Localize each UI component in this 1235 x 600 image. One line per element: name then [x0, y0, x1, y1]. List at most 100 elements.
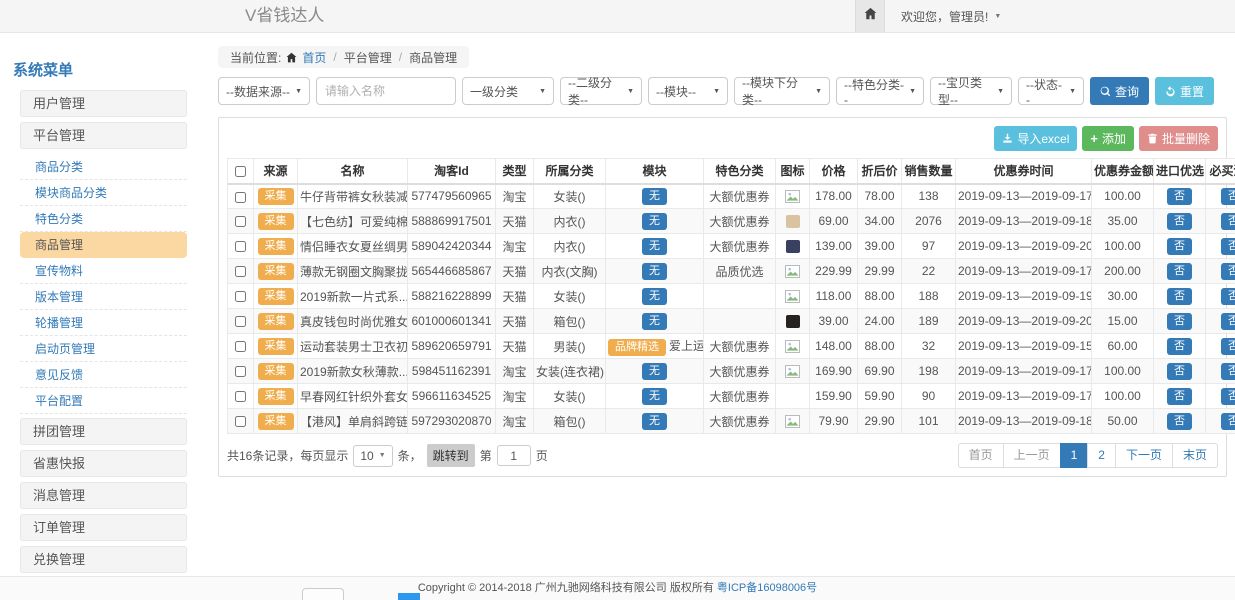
- sidebar-subitem-carousel-management[interactable]: 轮播管理: [20, 310, 187, 336]
- price-cell: 159.90: [810, 384, 858, 409]
- price-cell: 229.99: [810, 259, 858, 284]
- table-row: 采集运动套装男士卫衣初秋...589620659791天猫男装()品牌精选爱上运…: [228, 334, 1235, 359]
- sidebar-subitem-splash-management[interactable]: 启动页管理: [20, 336, 187, 362]
- coupon-amount-cell: 35.00: [1092, 209, 1154, 234]
- sidebar-subitem-module-goods-category[interactable]: 模块商品分类: [20, 180, 187, 206]
- row-checkbox[interactable]: [235, 291, 246, 302]
- filter-data-source-select[interactable]: --数据来源--▼: [218, 77, 310, 105]
- page-button-page-2[interactable]: 2: [1087, 443, 1116, 468]
- user-menu[interactable]: 欢迎您，管理员! ▼: [901, 8, 1001, 25]
- discount-price-cell: 88.00: [858, 334, 902, 359]
- row-checkbox[interactable]: [235, 416, 246, 427]
- filter-level1-category-select[interactable]: 一级分类▼: [462, 77, 554, 105]
- table-panel: 导入excel + 添加 批量删除 来源名称淘客Id类型所属分类模块特色分类图标…: [218, 117, 1227, 477]
- coupon-time-cell: 2019-09-13—2019-09-17: [956, 384, 1092, 409]
- taoke-id-cell: 601000601341: [408, 309, 496, 334]
- coupon-amount-cell: 100.00: [1092, 184, 1154, 209]
- module-cell: 无: [606, 359, 704, 384]
- type-cell: 淘宝: [496, 384, 534, 409]
- product-image-icon: [785, 265, 800, 278]
- filter-featured-category-value: --特色分类--: [844, 76, 905, 107]
- sales-cell: 22: [902, 259, 956, 284]
- reset-button[interactable]: 重置: [1155, 77, 1214, 105]
- category-cell: 女装(): [534, 384, 606, 409]
- filter-status-select[interactable]: --状态--▼: [1018, 77, 1084, 105]
- filter-item-type-select[interactable]: --宝贝类型--▼: [930, 77, 1012, 105]
- sidebar-item-order-management[interactable]: 订单管理: [20, 514, 187, 541]
- row-checkbox[interactable]: [235, 366, 246, 377]
- discount-price-cell: 29.99: [858, 259, 902, 284]
- page-button-first[interactable]: 首页: [958, 443, 1004, 468]
- page-size-select[interactable]: 10 ▼: [353, 445, 392, 467]
- name-cell: 早春网红针织外套女春...: [298, 384, 408, 409]
- search-button[interactable]: 查询: [1090, 77, 1149, 105]
- filter-name-input[interactable]: [316, 77, 456, 105]
- product-thumbnail: [786, 215, 800, 228]
- page-button-page-1[interactable]: 1: [1060, 443, 1089, 468]
- source-badge: 采集: [258, 263, 294, 280]
- taoke-id-cell: 589620659791: [408, 334, 496, 359]
- filter-module-select[interactable]: --模块--▼: [648, 77, 728, 105]
- jump-button[interactable]: 跳转到: [427, 444, 475, 467]
- row-checkbox[interactable]: [235, 341, 246, 352]
- filter-level2-category-select[interactable]: --二级分类--▼: [560, 77, 642, 105]
- sidebar-subitem-feedback[interactable]: 意见反馈: [20, 362, 187, 388]
- row-checkbox[interactable]: [235, 266, 246, 277]
- sidebar-subitem-goods-category[interactable]: 商品分类: [20, 154, 187, 180]
- sidebar-subitem-goods-management[interactable]: 商品管理: [20, 232, 187, 258]
- table-row: 采集情侣睡衣女夏丝绸男士...589042420344淘宝内衣()无大额优惠券1…: [228, 234, 1235, 259]
- copyright-text: Copyright © 2014-2018 广州九驰网络科技有限公司 版权所有: [418, 582, 714, 594]
- column-header: 优惠券时间: [956, 159, 1092, 184]
- row-checkbox[interactable]: [235, 192, 246, 203]
- welcome-text: 欢迎您，管理员!: [901, 8, 988, 25]
- add-button[interactable]: + 添加: [1082, 126, 1134, 151]
- breadcrumb-separator: /: [399, 50, 402, 64]
- sidebar-item-platform-management[interactable]: 平台管理: [20, 122, 187, 149]
- sales-cell: 198: [902, 359, 956, 384]
- row-checkbox[interactable]: [235, 216, 246, 227]
- source-cell: 采集: [254, 409, 298, 434]
- category-cell: 箱包(): [534, 409, 606, 434]
- row-checkbox[interactable]: [235, 316, 246, 327]
- imported-badge: 否: [1167, 213, 1192, 230]
- select-all-checkbox[interactable]: [235, 166, 246, 177]
- taoke-id-cell: 588869917501: [408, 209, 496, 234]
- must-buy-cell: 否: [1206, 209, 1235, 234]
- row-checkbox[interactable]: [235, 391, 246, 402]
- coupon-time-cell: 2019-09-13—2019-09-17: [956, 359, 1092, 384]
- page-button-prev[interactable]: 上一页: [1003, 443, 1061, 468]
- search-button-label: 查询: [1115, 83, 1139, 100]
- record-count-text: 共16条记录，每页显示: [227, 447, 348, 464]
- header-home-button[interactable]: [855, 0, 885, 32]
- page-button-next[interactable]: 下一页: [1115, 443, 1173, 468]
- jump-mid-text: 第: [480, 447, 492, 464]
- filter-module-sub-category-select[interactable]: --模块下分类--▼: [734, 77, 830, 105]
- sidebar-item-user-management[interactable]: 用户管理: [20, 90, 187, 117]
- icp-link[interactable]: 粤ICP备16098006号: [717, 582, 817, 594]
- sidebar-item-express-news[interactable]: 省惠快报: [20, 450, 187, 477]
- sidebar-item-exchange-management[interactable]: 兑换管理: [20, 546, 187, 573]
- name-cell: 牛仔背带裤女秋装减龄...: [298, 184, 408, 209]
- coupon-amount-cell: 100.00: [1092, 359, 1154, 384]
- sidebar-subitem-version-management[interactable]: 版本管理: [20, 284, 187, 310]
- sidebar-subitem-featured-category[interactable]: 特色分类: [20, 206, 187, 232]
- filter-featured-category-select[interactable]: --特色分类--▼: [836, 77, 924, 105]
- product-image-icon: [785, 415, 800, 428]
- sidebar-subitem-platform-config[interactable]: 平台配置: [20, 388, 187, 414]
- module-badge: 无: [642, 363, 667, 380]
- module-cell: 无: [606, 209, 704, 234]
- breadcrumb-home-link[interactable]: 首页: [302, 49, 326, 66]
- must-buy-badge: 否: [1221, 363, 1235, 380]
- source-badge: 采集: [258, 288, 294, 305]
- sidebar-item-groupbuy-management[interactable]: 拼团管理: [20, 418, 187, 445]
- name-cell: 真皮钱包时尚优雅女士...: [298, 309, 408, 334]
- row-checkbox[interactable]: [235, 241, 246, 252]
- sidebar-item-message-management[interactable]: 消息管理: [20, 482, 187, 509]
- batch-delete-button[interactable]: 批量删除: [1139, 126, 1218, 151]
- page-button-last[interactable]: 末页: [1172, 443, 1218, 468]
- import-excel-button[interactable]: 导入excel: [994, 126, 1077, 151]
- source-cell: 采集: [254, 259, 298, 284]
- jump-page-input[interactable]: [497, 445, 531, 466]
- sidebar-subitem-promo-materials[interactable]: 宣传物料: [20, 258, 187, 284]
- plus-icon: +: [1090, 132, 1098, 145]
